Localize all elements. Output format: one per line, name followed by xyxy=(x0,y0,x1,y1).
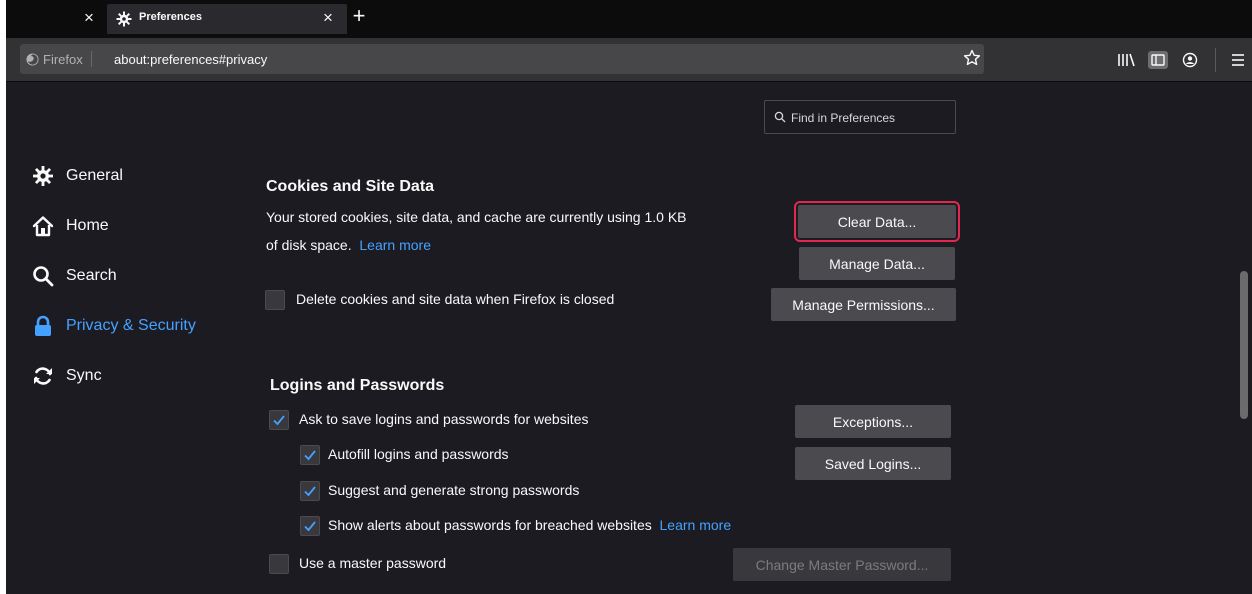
sidebar-item-label: Home xyxy=(66,217,109,234)
scrollbar-thumb[interactable] xyxy=(1240,271,1248,419)
manage-permissions-button[interactable]: Manage Permissions... xyxy=(771,288,956,321)
sidebar-item-label: Search xyxy=(66,267,117,284)
toolbar-separator xyxy=(1215,48,1216,72)
bookmark-star-icon[interactable] xyxy=(962,48,982,68)
lock-icon xyxy=(35,315,51,336)
tab-strip: × Preferences × + xyxy=(6,0,1252,38)
autofill-label: Autofill logins and passwords xyxy=(328,446,509,462)
new-tab-button[interactable]: + xyxy=(349,5,369,27)
preferences-content: Find in Preferences General Home Search … xyxy=(6,83,1252,594)
search-placeholder: Find in Preferences xyxy=(791,111,896,125)
manage-data-button[interactable]: Manage Data... xyxy=(799,247,955,280)
search-icon xyxy=(33,266,54,287)
cookies-heading: Cookies and Site Data xyxy=(266,178,435,195)
home-icon xyxy=(32,216,54,237)
tab-title: Preferences xyxy=(139,11,202,23)
close-tab-icon[interactable]: × xyxy=(80,9,98,27)
identity-label: Firefox xyxy=(43,51,83,67)
ask-save-logins-checkbox[interactable] xyxy=(269,410,289,430)
search-icon xyxy=(774,111,786,123)
sync-icon xyxy=(34,367,52,385)
sidebar-icon[interactable] xyxy=(1147,50,1169,70)
browser-window: × Preferences × + Firefox about:preferen… xyxy=(6,0,1252,594)
master-password-label: Use a master password xyxy=(299,555,447,571)
learn-more-link[interactable]: Learn more xyxy=(359,237,431,253)
cookies-usage-text: Your stored cookies, site data, and cach… xyxy=(266,209,687,225)
delete-cookies-label: Delete cookies and site data when Firefo… xyxy=(296,291,615,307)
gear-icon xyxy=(116,11,132,27)
url-bar[interactable]: Firefox about:preferences#privacy xyxy=(20,44,984,74)
breach-learn-more-link[interactable]: Learn more xyxy=(660,517,732,533)
clear-data-button[interactable]: Clear Data... xyxy=(794,201,960,242)
change-master-password-button[interactable]: Change Master Password... xyxy=(733,548,951,581)
checkmark-icon xyxy=(273,415,285,426)
sidebar-item-label: Sync xyxy=(66,367,102,384)
close-tab-icon[interactable]: × xyxy=(319,9,337,27)
sidebar-item-label: Privacy & Security xyxy=(66,317,196,334)
breach-alerts-checkbox[interactable] xyxy=(300,516,320,536)
firefox-icon xyxy=(26,52,39,66)
sidebar-item-label: General xyxy=(66,167,123,184)
checkmark-icon xyxy=(304,521,316,532)
sidebar-item-home[interactable]: Home xyxy=(32,213,109,239)
autofill-checkbox[interactable] xyxy=(300,445,320,465)
identity-box[interactable]: Firefox xyxy=(26,51,92,67)
ask-save-logins-label: Ask to save logins and passwords for web… xyxy=(299,411,589,427)
sidebar-item-privacy-security[interactable]: Privacy & Security xyxy=(32,313,196,339)
master-password-checkbox[interactable] xyxy=(269,554,289,574)
disk-space-text: of disk space. xyxy=(266,237,352,253)
saved-logins-button[interactable]: Saved Logins... xyxy=(795,447,951,480)
tab-preferences[interactable]: Preferences × xyxy=(107,4,347,34)
gear-icon xyxy=(33,166,53,186)
suggest-passwords-checkbox[interactable] xyxy=(300,481,320,501)
sidebar-item-sync[interactable]: Sync xyxy=(32,363,102,389)
breach-alerts-label: Show alerts about passwords for breached… xyxy=(328,517,652,533)
nav-bar: Firefox about:preferences#privacy xyxy=(6,38,1252,82)
delete-cookies-checkbox[interactable] xyxy=(265,290,285,310)
sidebar-item-general[interactable]: General xyxy=(32,163,123,189)
hamburger-menu-icon[interactable] xyxy=(1227,50,1249,70)
account-icon[interactable] xyxy=(1179,50,1201,70)
sidebar-item-search[interactable]: Search xyxy=(32,263,117,289)
checkmark-icon xyxy=(304,450,316,461)
breach-alerts-row: Show alerts about passwords for breached… xyxy=(328,515,731,535)
search-input[interactable]: Find in Preferences xyxy=(764,100,956,134)
logins-heading: Logins and Passwords xyxy=(270,377,445,394)
suggest-passwords-label: Suggest and generate strong passwords xyxy=(328,482,580,498)
url-text[interactable]: about:preferences#privacy xyxy=(114,52,267,67)
library-icon[interactable] xyxy=(1115,50,1137,70)
cookies-usage-text-2: of disk space. Learn more xyxy=(266,235,431,255)
checkmark-icon xyxy=(304,486,316,497)
exceptions-button[interactable]: Exceptions... xyxy=(795,405,951,438)
